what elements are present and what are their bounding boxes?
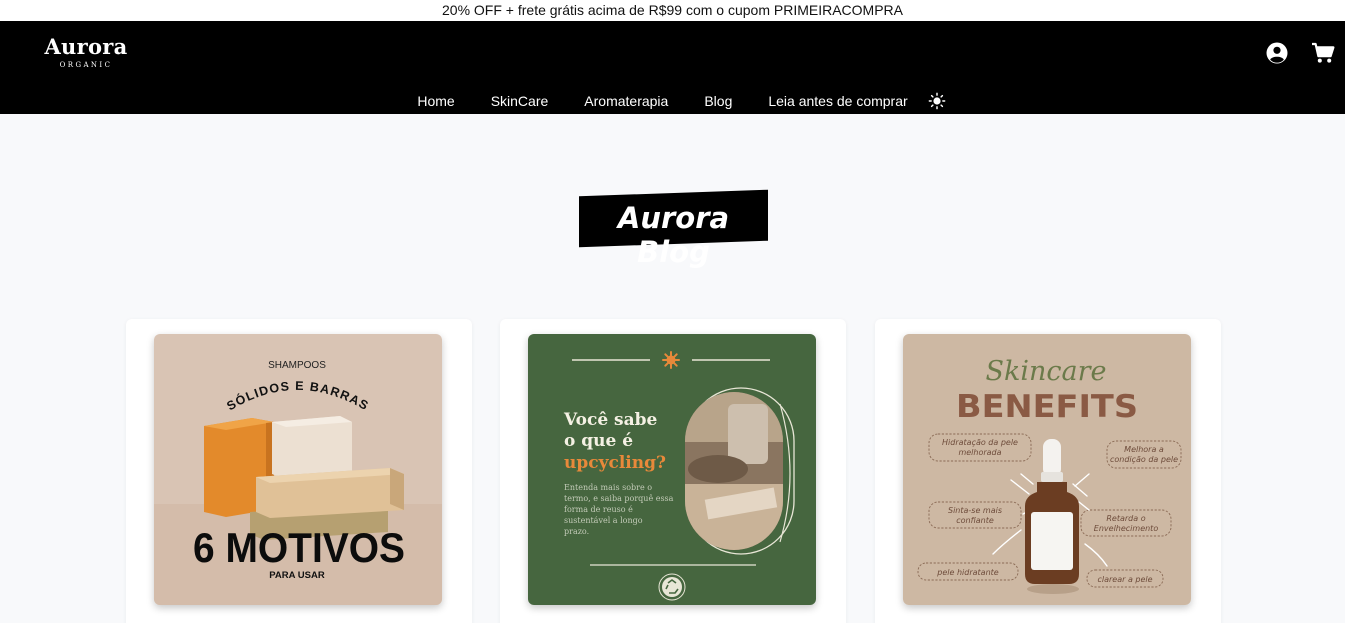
nav-item-blog[interactable]: Blog: [704, 93, 732, 109]
svg-text:prazo.: prazo.: [564, 527, 589, 536]
starburst-icon: [662, 351, 680, 369]
svg-text:Sinta-se mais: Sinta-se mais: [948, 506, 1002, 515]
sun-icon[interactable]: [928, 92, 946, 110]
main-nav: Home SkinCare Aromaterapia Blog Leia ant…: [0, 89, 1345, 113]
post-footer: PARA USAR: [269, 570, 325, 581]
post-headline: 6 MOTIVOS: [193, 524, 405, 571]
svg-text:termo, e saiba porquê essa: termo, e saiba porquê essa: [564, 494, 674, 503]
svg-text:Hidratação da pele: Hidratação da pele: [942, 438, 1018, 447]
svg-text:condição da pele: condição da pele: [1110, 455, 1178, 464]
user-circle-icon[interactable]: [1265, 41, 1289, 65]
post-headline: BENEFITS: [956, 389, 1138, 425]
recycle-icon: [658, 573, 686, 601]
promo-banner: 20% OFF + frete grátis acima de R$99 com…: [0, 0, 1345, 21]
nav-item-skincare[interactable]: SkinCare: [491, 93, 549, 109]
svg-text:sustentável a longo: sustentável a longo: [564, 516, 643, 525]
nav-item-leia-antes-de-comprar[interactable]: Leia antes de comprar: [768, 93, 907, 109]
blog-card-image[interactable]: Skincare BENEFITS Hidratação da pele mel…: [903, 334, 1191, 605]
svg-text:pele hidratante: pele hidratante: [936, 568, 998, 577]
post-headline-line1: Você sabe: [563, 410, 658, 430]
svg-text:Melhora a: Melhora a: [1124, 445, 1164, 454]
svg-text:melhorada: melhorada: [958, 448, 1001, 457]
site-header: Aurora ORGANIC Home SkinCare Aromaterapi…: [0, 21, 1345, 114]
blog-card-shampoos[interactable]: SHAMPOOS SÓLIDOS E BARRAS 6 MOTIVOS PARA…: [126, 319, 472, 623]
blog-card-image[interactable]: SHAMPOOS SÓLIDOS E BARRAS 6 MOTIVOS PARA…: [154, 334, 442, 605]
svg-text:confiante: confiante: [956, 516, 994, 525]
page-title: Aurora Blog: [579, 189, 768, 269]
svg-text:Envelhecimento: Envelhecimento: [1094, 524, 1159, 533]
svg-text:clarear a pele: clarear a pele: [1097, 575, 1152, 584]
blog-card-upcycling[interactable]: Você sabe o que é upcycling? Entenda mai…: [500, 319, 846, 623]
post-kicker: SHAMPOOS: [268, 360, 326, 371]
shopping-cart-icon[interactable]: [1311, 41, 1335, 65]
post-headline-accent: upcycling?: [564, 453, 666, 473]
post-headline-line2: o que é: [564, 431, 633, 451]
page-title-text: Aurora Blog: [617, 201, 730, 269]
brand-name: Aurora: [44, 34, 128, 59]
svg-text:Retarda o: Retarda o: [1106, 514, 1145, 523]
blog-card-skincare-benefits[interactable]: Skincare BENEFITS Hidratação da pele mel…: [875, 319, 1221, 623]
brand-logo[interactable]: Aurora ORGANIC: [36, 35, 136, 70]
nav-item-home[interactable]: Home: [417, 93, 454, 109]
brand-tagline: ORGANIC: [59, 61, 113, 69]
svg-text:forma de reuso é: forma de reuso é: [564, 505, 633, 514]
nav-item-aromaterapia[interactable]: Aromaterapia: [584, 93, 668, 109]
svg-text:Entenda mais sobre o: Entenda mais sobre o: [564, 483, 652, 492]
post-script-title: Skincare: [986, 356, 1107, 387]
blog-card-image[interactable]: Você sabe o que é upcycling? Entenda mai…: [528, 334, 816, 605]
